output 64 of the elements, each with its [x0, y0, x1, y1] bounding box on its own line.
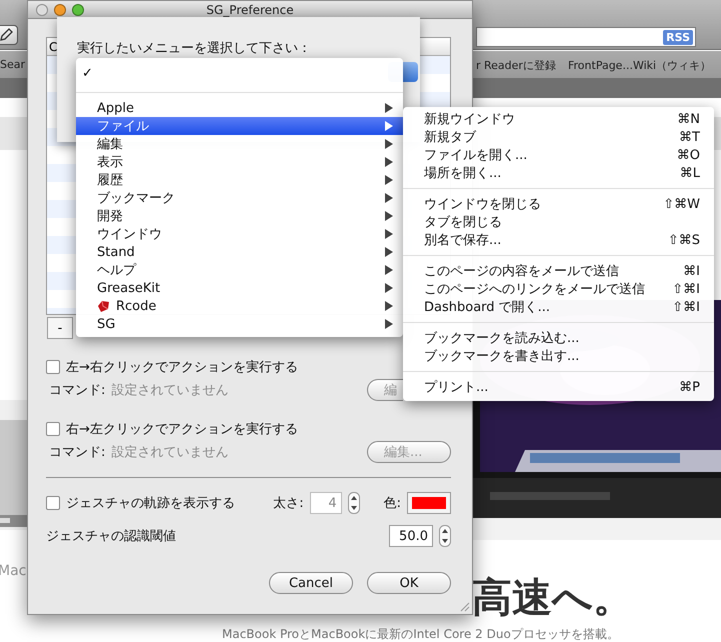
bookmark-link[interactable]: FrontPage...Wiki（ウィキ）	[568, 58, 712, 73]
menu-item[interactable]: ウインドウ	[76, 225, 403, 243]
command-value: 設定されていません	[111, 444, 228, 461]
menu-item[interactable]: 履歴	[76, 171, 403, 189]
checkbox-label[interactable]: 左→右クリックでアクションを実行する	[66, 358, 298, 376]
menu-item[interactable]: 表示	[76, 153, 403, 171]
menu-item[interactable]: 新規ウインドウ ⌘N	[403, 110, 714, 128]
stepper-icon[interactable]	[348, 492, 360, 514]
remove-button[interactable]: -	[47, 317, 73, 339]
menu-item[interactable]: GreaseKit	[76, 279, 403, 297]
menu-item[interactable]: 新規タブ ⌘T	[403, 128, 714, 146]
dialog-button[interactable]: OK	[367, 572, 451, 594]
menu-item[interactable]: SG	[76, 315, 403, 333]
width-label: 太さ:	[273, 495, 304, 512]
resize-grip-icon[interactable]	[460, 602, 470, 612]
check-mark: ✓	[82, 66, 93, 80]
bookmark-link[interactable]: Sear	[0, 58, 26, 71]
menu-item[interactable]: ファイルを開く... ⌘O	[403, 146, 714, 164]
checkbox[interactable]	[46, 360, 60, 374]
command-label: コマンド:	[49, 382, 106, 399]
menu-item[interactable]: このページの内容をメールで送信 ⌘I	[403, 262, 714, 280]
threshold-label: ジェスチャの認識閾値	[46, 528, 176, 545]
caption: MacBook ProとMacBookに最新のIntel Core 2 Duoプロセッサを搭載。	[222, 626, 619, 642]
window-title: SG_Preference	[206, 2, 294, 16]
bookmark-link[interactable]: r Readerに登録	[476, 58, 556, 73]
menu-item[interactable]: Apple	[76, 99, 403, 117]
command-label: コマンド:	[49, 444, 106, 461]
menu-item[interactable]: ブックマークを読み込む...	[403, 329, 714, 347]
menu-item[interactable]: このページへのリンクをメールで送信 ⇧⌘I	[403, 280, 714, 298]
minimize-button[interactable]	[54, 4, 66, 16]
close-button[interactable]	[36, 4, 48, 16]
menu-item[interactable]: Dashboard で開く... ⇧⌘I	[403, 298, 714, 316]
checkbox[interactable]	[46, 496, 60, 510]
menu-item[interactable]: タブを閉じる	[403, 213, 714, 231]
width-field[interactable]: 4	[310, 492, 342, 514]
checkbox-label[interactable]: 右→左クリックでアクションを実行する	[66, 420, 298, 438]
menu-item[interactable]: ウインドウを閉じる ⇧⌘W	[403, 195, 714, 213]
checkbox[interactable]	[46, 422, 60, 436]
address-field[interactable]: RSS	[476, 27, 696, 47]
prompt-text: 実行したいメニューを選択して下さい：	[77, 40, 311, 57]
menu-item[interactable]: ブックマークを書き出す...	[403, 347, 714, 365]
menu-item[interactable]: Rcode	[76, 297, 403, 315]
rss-badge[interactable]: RSS	[663, 30, 693, 44]
menu-item[interactable]: プリント... ⌘P	[403, 378, 714, 396]
command-value: 設定されていません	[111, 382, 228, 399]
menu-item[interactable]: ブックマーク	[76, 189, 403, 207]
menu-item[interactable]: Stand	[76, 243, 403, 261]
zoom-button[interactable]	[72, 4, 84, 16]
menu-item[interactable]: 場所を開く... ⌘L	[403, 164, 714, 182]
edit-button[interactable]	[0, 25, 18, 45]
menu-item[interactable]: 開発	[76, 207, 403, 225]
color-well[interactable]	[407, 492, 451, 514]
menu-item[interactable]: ファイル	[76, 117, 403, 135]
menu-item[interactable]: 編集	[76, 135, 403, 153]
menu-item[interactable]: 別名で保存... ⇧⌘S	[403, 231, 714, 249]
menu-item[interactable]: ヘルプ	[76, 261, 403, 279]
stepper-icon[interactable]	[439, 525, 451, 547]
gem-icon	[97, 300, 110, 312]
color-label: 色:	[384, 495, 401, 512]
checkbox-label[interactable]: ジェスチャの軌跡を表示する	[66, 494, 235, 512]
headline: 高速へ。	[472, 574, 633, 623]
threshold-field[interactable]: 50.0	[389, 525, 433, 547]
dialog-button[interactable]: Cancel	[269, 572, 353, 594]
pencil-icon	[0, 28, 13, 42]
